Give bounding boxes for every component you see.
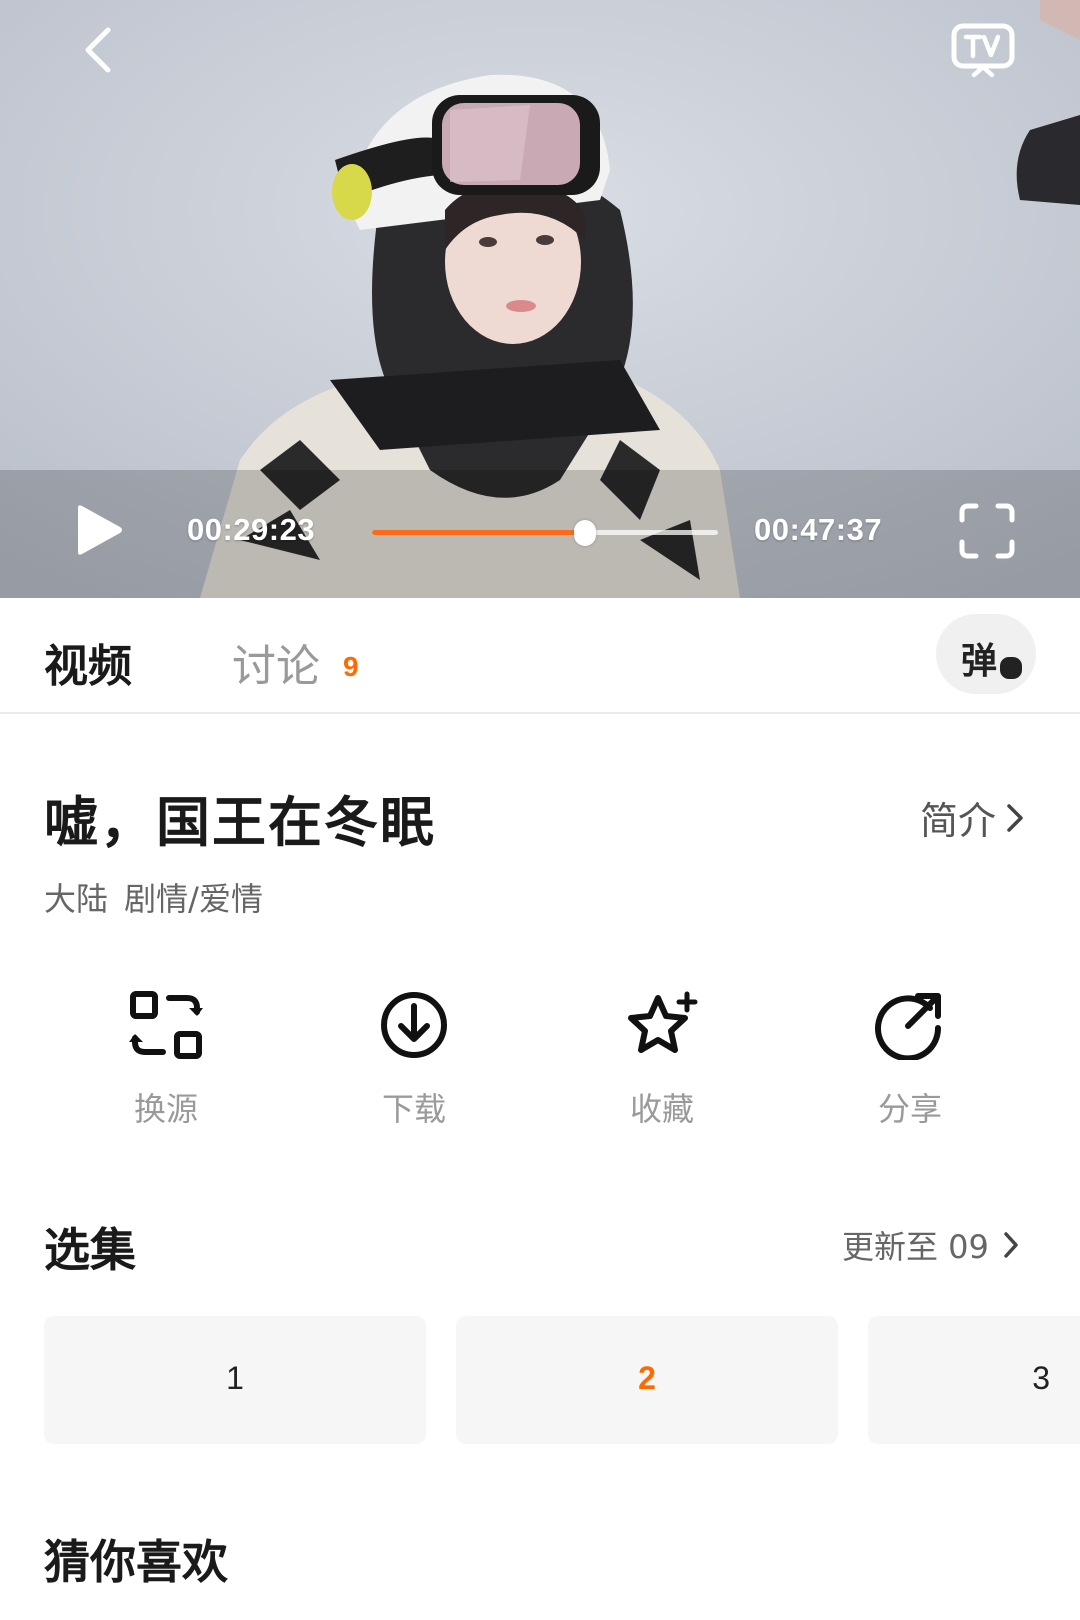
episodes-update-label: 更新至 09 [842, 1228, 989, 1266]
tab-video[interactable]: 视频 [44, 630, 132, 694]
share-icon [875, 993, 942, 1060]
tab-bar: 视频 讨论 9 弹 [0, 598, 1080, 714]
progress-slider[interactable] [372, 520, 718, 546]
progress-thumb[interactable] [573, 520, 596, 546]
back-button[interactable] [72, 22, 128, 78]
chevron-left-icon [85, 27, 111, 73]
recommend-title: 猜你喜欢 [44, 1535, 228, 1589]
download-button[interactable]: 下载 [344, 990, 484, 1130]
episode-number: 2 [638, 1360, 656, 1396]
current-time: 00:29:23 [187, 512, 316, 547]
favorite-star-icon [628, 991, 698, 1053]
favorite-label: 收藏 [629, 1090, 694, 1128]
download-label: 下载 [381, 1090, 446, 1128]
discussion-count-badge: 9 [343, 651, 359, 682]
episodes-update-link[interactable]: 更新至 09 [842, 1222, 1019, 1268]
episode-item-active[interactable]: 2 [456, 1316, 838, 1444]
download-icon [381, 992, 447, 1058]
switch-source-label: 换源 [133, 1090, 198, 1128]
chevron-right-icon [1007, 803, 1023, 832]
switch-source-button[interactable]: 换源 [96, 990, 236, 1130]
video-player[interactable]: 00:29:23 00:47:37 [0, 0, 1080, 598]
episode-number: 3 [1032, 1360, 1050, 1396]
share-label: 分享 [877, 1090, 942, 1128]
danmaku-label: 弹 [961, 641, 998, 682]
chevron-right-icon [1004, 1232, 1018, 1258]
tv-cast-button[interactable] [950, 22, 1016, 78]
fullscreen-button[interactable] [958, 502, 1016, 560]
tv-cast-icon [951, 23, 1015, 78]
episode-number: 1 [226, 1360, 244, 1396]
play-icon [78, 505, 122, 555]
tab-discussion[interactable]: 讨论 [232, 630, 320, 694]
episode-item[interactable]: 1 [44, 1316, 426, 1444]
total-time: 00:47:37 [754, 512, 883, 547]
intro-link[interactable]: 简介 [920, 790, 1024, 845]
share-button[interactable]: 分享 [840, 990, 980, 1130]
episode-item[interactable]: 3 [868, 1316, 1080, 1444]
danmaku-settings-icon [998, 655, 1024, 681]
danmaku-toggle-button[interactable]: 弹 [936, 614, 1036, 694]
fullscreen-icon [959, 503, 1015, 559]
episodes-title: 选集 [44, 1223, 136, 1277]
intro-label: 简介 [920, 799, 997, 843]
progress-fill [372, 530, 585, 535]
switch-source-icon [129, 991, 203, 1059]
play-button[interactable] [70, 502, 126, 558]
favorite-button[interactable]: 收藏 [592, 990, 732, 1130]
show-title: 嘘，国王在冬眠 [44, 791, 436, 854]
video-frame [0, 0, 1080, 598]
show-meta: 大陆 剧情/爱情 [44, 880, 263, 918]
